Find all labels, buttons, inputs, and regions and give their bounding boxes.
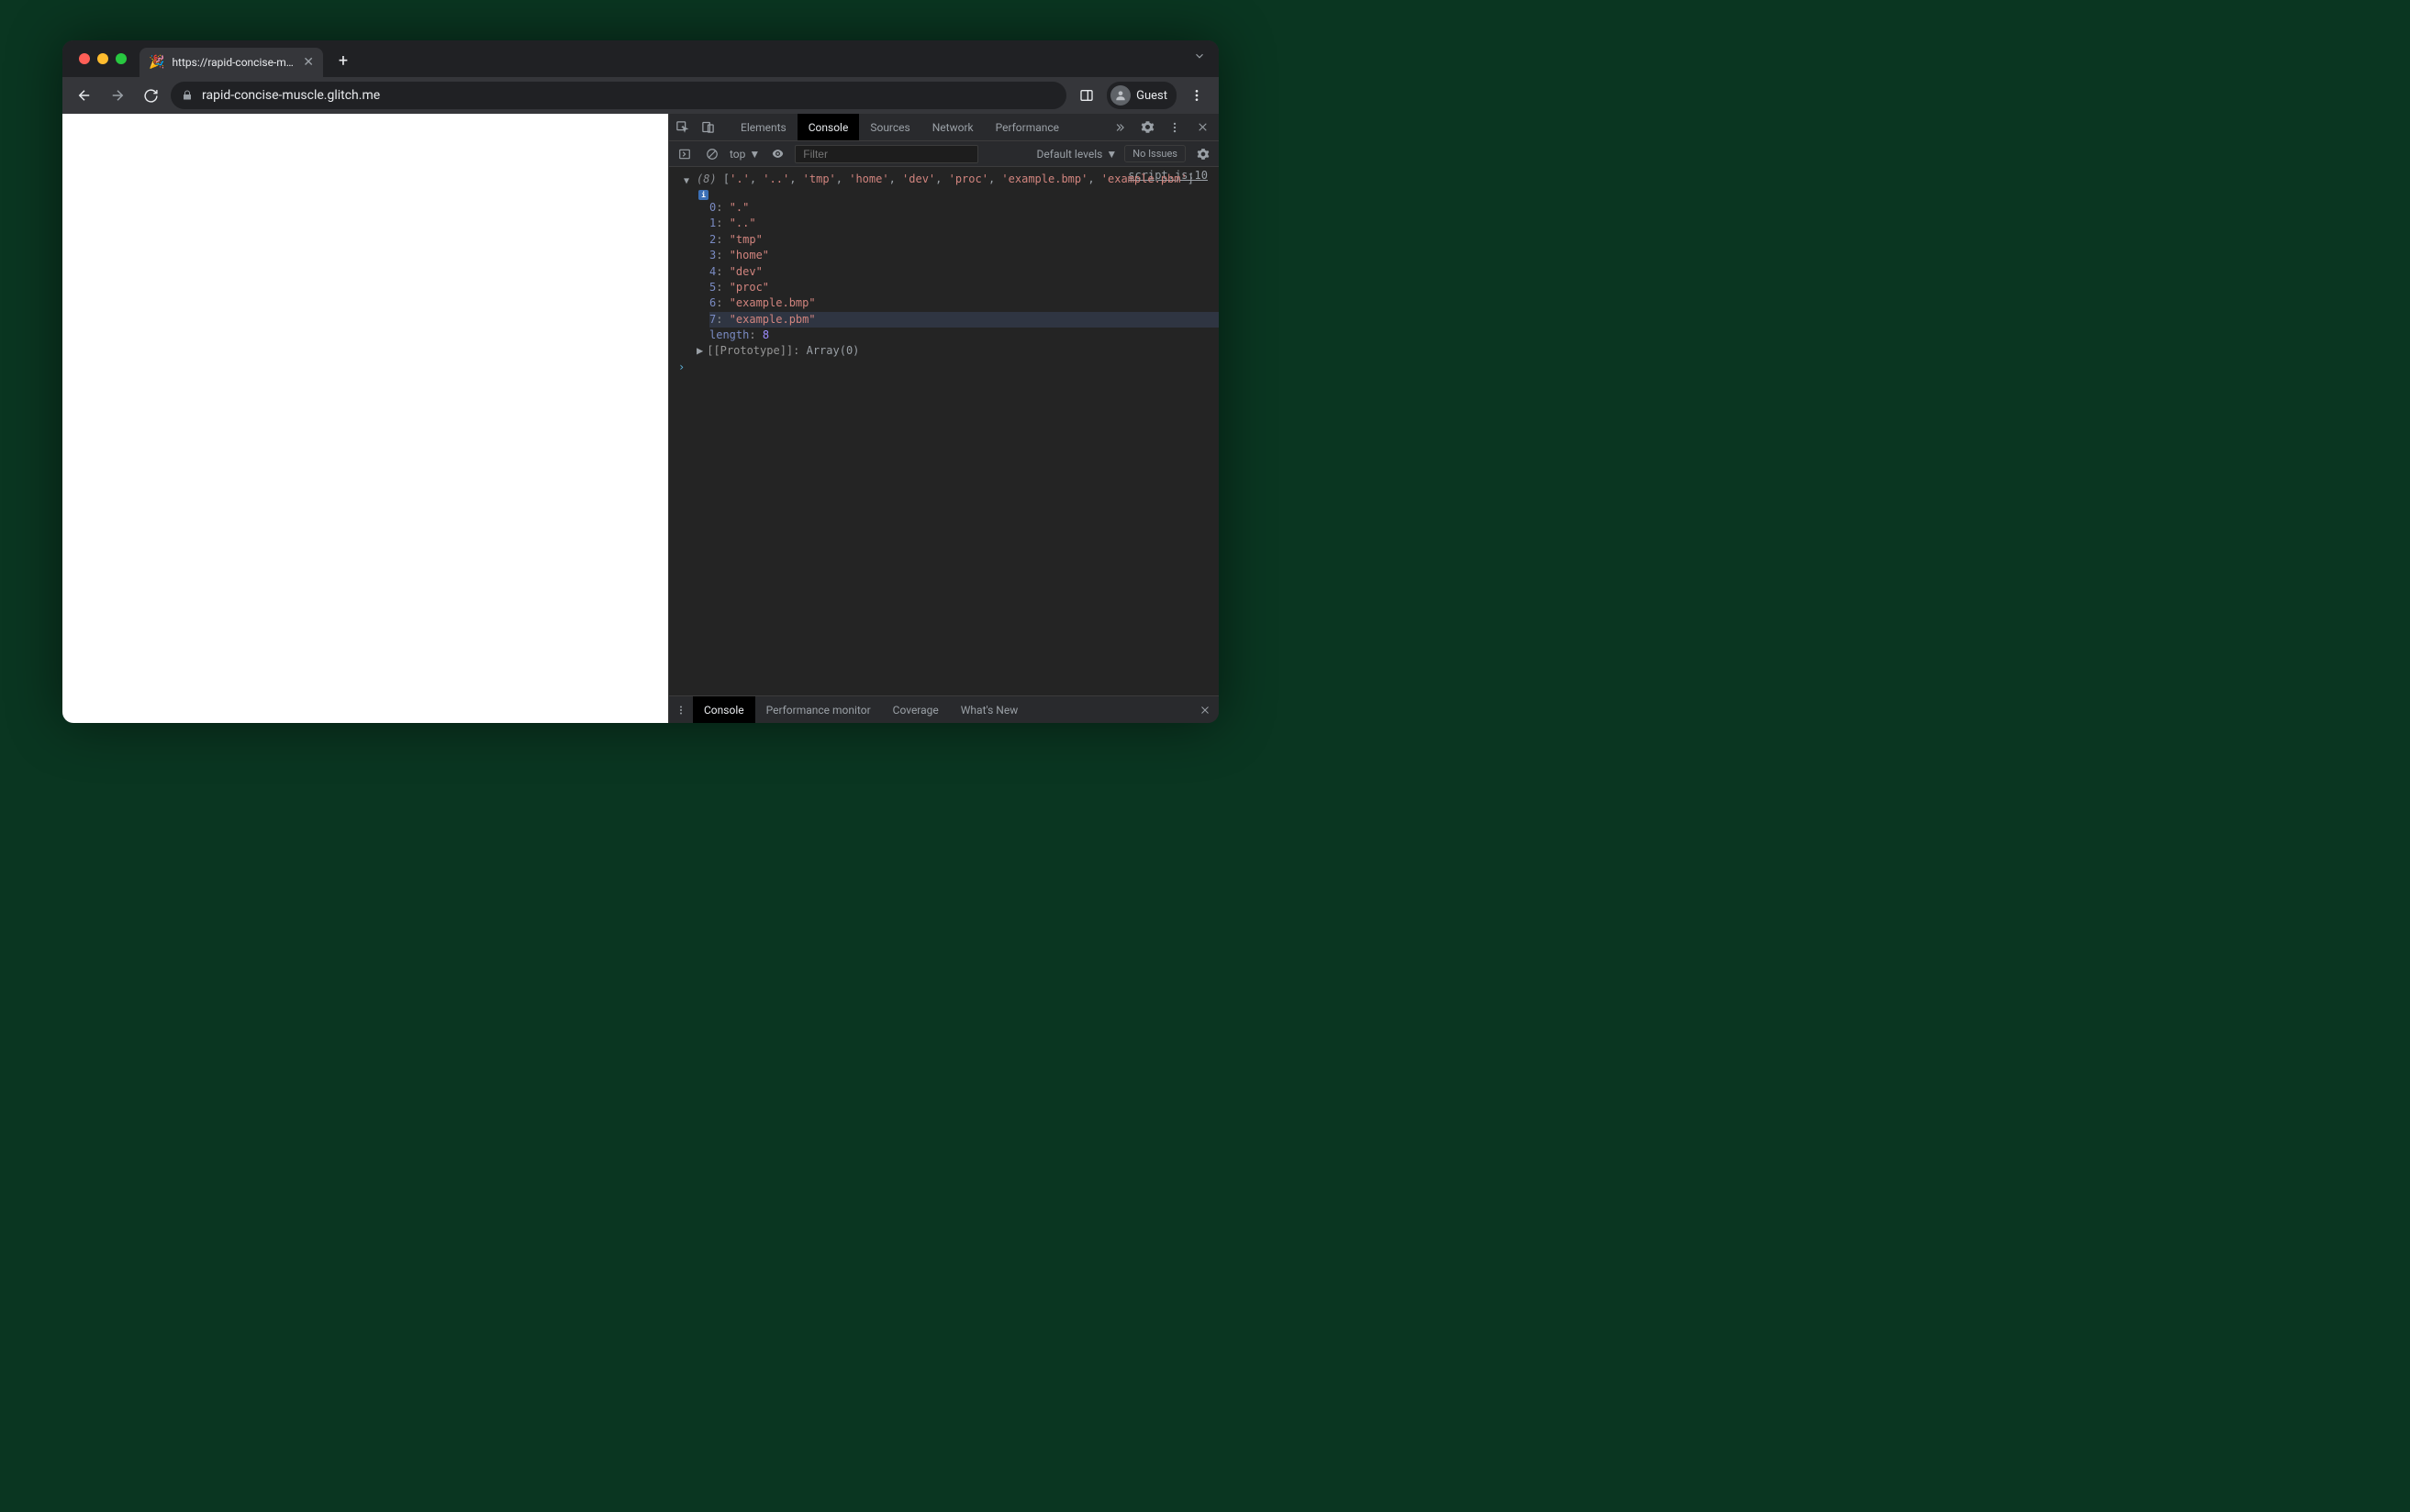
- window-maximize-button[interactable]: [116, 53, 127, 64]
- console-output[interactable]: script.js:10 ▼ (8) ['.', '..', 'tmp', 'h…: [669, 167, 1219, 695]
- console-log-entry[interactable]: ▼ (8) ['.', '..', 'tmp', 'home', 'dev', …: [669, 171, 1219, 187]
- clear-console-button[interactable]: [702, 141, 722, 166]
- devtools-tab-bar: Elements Console Sources Network Perform…: [669, 114, 1219, 141]
- drawer-tab-whats-new[interactable]: What's New: [950, 696, 1029, 723]
- new-tab-button[interactable]: +: [330, 48, 356, 73]
- array-length-row: length: 8: [709, 328, 1219, 343]
- inspect-element-button[interactable]: [669, 114, 695, 140]
- array-item-row[interactable]: 5: "proc": [709, 280, 1219, 295]
- tab-title: https://rapid-concise-muscle.g: [172, 56, 296, 69]
- array-item-row[interactable]: 2: "tmp": [709, 232, 1219, 248]
- side-panel-button[interactable]: [1074, 83, 1099, 108]
- array-item-row[interactable]: 4: "dev": [709, 264, 1219, 280]
- devtools-menu-button[interactable]: [1162, 121, 1188, 134]
- avatar-icon: [1110, 85, 1131, 106]
- array-item-row[interactable]: 3: "home": [709, 248, 1219, 263]
- console-sidebar-toggle[interactable]: [675, 141, 695, 166]
- window-minimize-button[interactable]: [97, 53, 108, 64]
- drawer-menu-button[interactable]: [669, 705, 693, 716]
- tab-elements[interactable]: Elements: [730, 114, 798, 140]
- devtools-drawer: Console Performance monitor Coverage Wha…: [669, 695, 1219, 723]
- chevron-down-icon: ▼: [1106, 148, 1117, 161]
- tab-performance[interactable]: Performance: [985, 114, 1070, 140]
- tab-search-button[interactable]: [1193, 50, 1206, 62]
- console-filter-input[interactable]: [795, 145, 978, 163]
- browser-tab[interactable]: 🎉 https://rapid-concise-muscle.g ✕: [139, 48, 323, 77]
- expand-toggle-icon[interactable]: ▼: [684, 174, 689, 188]
- tab-close-button[interactable]: ✕: [303, 55, 314, 70]
- array-items-list: 0: "."1: ".."2: "tmp"3: "home"4: "dev"5:…: [669, 200, 1219, 328]
- devtools-panel: Elements Console Sources Network Perform…: [668, 114, 1219, 723]
- log-levels-selector[interactable]: Default levels ▼: [1037, 148, 1118, 161]
- array-item-row[interactable]: 6: "example.bmp": [709, 295, 1219, 311]
- issues-button[interactable]: No Issues: [1124, 145, 1186, 162]
- tab-sources[interactable]: Sources: [859, 114, 920, 140]
- drawer-tab-coverage[interactable]: Coverage: [882, 696, 950, 723]
- browser-menu-button[interactable]: [1184, 83, 1210, 108]
- execution-context-selector[interactable]: top ▼: [730, 148, 760, 161]
- array-item-row[interactable]: 0: ".": [709, 200, 1219, 216]
- info-badge-icon[interactable]: i: [698, 190, 708, 200]
- profile-label: Guest: [1136, 89, 1167, 103]
- browser-toolbar: rapid-concise-muscle.glitch.me Guest: [62, 77, 1219, 114]
- live-expression-button[interactable]: [767, 141, 787, 166]
- window-controls: [73, 53, 132, 64]
- array-item-row[interactable]: 1: "..": [709, 216, 1219, 231]
- tab-console[interactable]: Console: [798, 114, 860, 140]
- console-toolbar: top ▼ Default levels ▼ No Issues: [669, 141, 1219, 167]
- device-toolbar-button[interactable]: [695, 114, 720, 140]
- chevron-down-icon: ▼: [749, 148, 760, 161]
- devtools-settings-button[interactable]: [1134, 120, 1160, 134]
- lock-icon: [182, 90, 193, 101]
- address-bar[interactable]: rapid-concise-muscle.glitch.me: [171, 82, 1066, 109]
- expand-triangle-icon[interactable]: ▶: [697, 344, 703, 357]
- page-viewport[interactable]: [62, 114, 668, 723]
- browser-window: 🎉 https://rapid-concise-muscle.g ✕ + rap…: [62, 40, 1219, 723]
- tab-network[interactable]: Network: [921, 114, 985, 140]
- devtools-close-button[interactable]: [1189, 121, 1215, 133]
- tab-bar: 🎉 https://rapid-concise-muscle.g ✕ +: [62, 40, 1219, 77]
- console-settings-button[interactable]: [1193, 141, 1213, 166]
- reload-button[interactable]: [138, 83, 163, 108]
- console-prompt[interactable]: ›: [669, 357, 1219, 377]
- forward-button[interactable]: [105, 83, 130, 108]
- log-levels-label: Default levels: [1037, 148, 1103, 161]
- url-text: rapid-concise-muscle.glitch.me: [202, 88, 380, 103]
- drawer-tab-console[interactable]: Console: [693, 696, 755, 723]
- tab-favicon-icon: 🎉: [149, 55, 164, 70]
- drawer-close-button[interactable]: [1191, 705, 1219, 716]
- prototype-row[interactable]: ▶[[Prototype]]: Array(0): [669, 344, 1219, 357]
- profile-chip[interactable]: Guest: [1107, 82, 1177, 109]
- execution-context-label: top: [730, 148, 745, 161]
- window-close-button[interactable]: [79, 53, 90, 64]
- drawer-tab-performance-monitor[interactable]: Performance monitor: [755, 696, 882, 723]
- back-button[interactable]: [72, 83, 97, 108]
- array-item-row[interactable]: 7: "example.pbm": [709, 312, 1219, 328]
- more-tabs-button[interactable]: [1107, 121, 1132, 134]
- content-area: Elements Console Sources Network Perform…: [62, 114, 1219, 723]
